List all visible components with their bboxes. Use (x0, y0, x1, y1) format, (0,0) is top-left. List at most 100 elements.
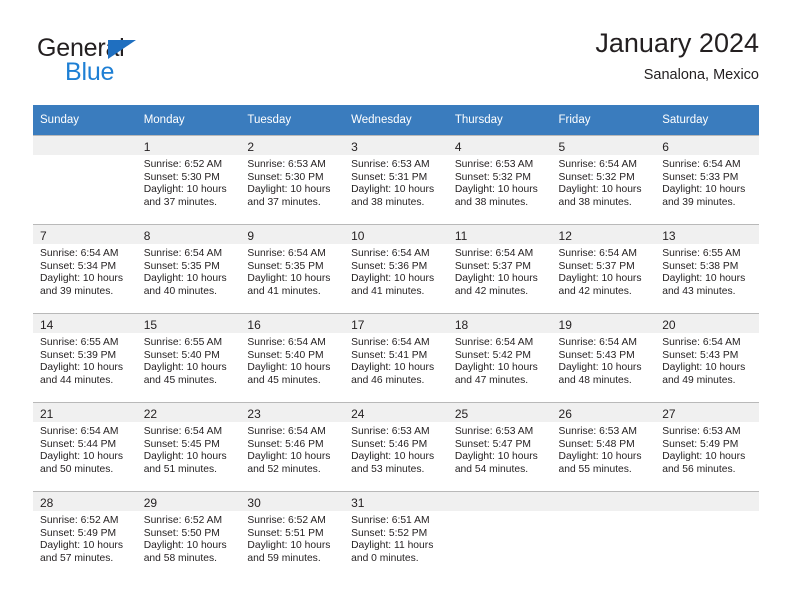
day-cell[interactable]: 7 Sunrise: 6:54 AM Sunset: 5:34 PM Daylight… (33, 224, 137, 313)
daylight-text: and 41 minutes. (247, 285, 321, 297)
day-details: Sunrise: 6:53 AM Sunset: 5:32 PM Daylight:… (448, 155, 552, 209)
day-cell[interactable]: 21 Sunrise: 6:54 AM Sunset: 5:44 PM Dayligh… (33, 402, 137, 491)
calendar-day-cell: 19 Sunrise: 6:54 AM Sunset: 5:43 PM Dayligh… (551, 313, 656, 402)
sunrise-text: Sunrise: 6:54 AM (40, 248, 119, 259)
day-number: 7 (40, 229, 47, 243)
day-details: Sunrise: 6:55 AM Sunset: 5:39 PM Daylight:… (33, 333, 137, 387)
day-cell[interactable]: 23 Sunrise: 6:54 AM Sunset: 5:46 PM Dayligh… (240, 402, 345, 491)
daylight-text: and 39 minutes. (662, 196, 736, 208)
day-number: 20 (662, 318, 676, 332)
daylight-text: Daylight: 10 hours (143, 273, 227, 285)
day-cell[interactable]: 9 Sunrise: 6:54 AM Sunset: 5:35 PM Daylight… (240, 224, 345, 313)
sunrise-text: Sunrise: 6:54 AM (454, 248, 534, 259)
day-number-band: 25 (447, 403, 552, 422)
day-number: 21 (40, 407, 54, 421)
calendar-day-cell (447, 491, 552, 580)
day-number: 22 (143, 407, 158, 421)
sunrise-text: Sunrise: 6:55 AM (662, 248, 741, 259)
day-cell[interactable]: 19 Sunrise: 6:54 AM Sunset: 5:43 PM Dayligh… (551, 313, 656, 402)
day-cell[interactable]: 27 Sunrise: 6:53 AM Sunset: 5:49 PM Dayligh… (655, 402, 759, 491)
sunrise-text: Sunrise: 6:54 AM (558, 248, 637, 259)
day-cell[interactable]: 4 Sunrise: 6:53 AM Sunset: 5:32 PM Daylight… (447, 135, 552, 224)
day-cell[interactable]: 16 Sunrise: 6:54 AM Sunset: 5:40 PM Dayligh… (240, 313, 345, 402)
day-cell[interactable]: 3 Sunrise: 6:53 AM Sunset: 5:31 PM Daylight… (344, 135, 448, 224)
day-cell[interactable]: 22 Sunrise: 6:54 AM Sunset: 5:45 PM Dayligh… (136, 402, 241, 491)
daylight-text: Daylight: 11 hours (351, 540, 434, 552)
calendar-day-cell: 13 Sunrise: 6:55 AM Sunset: 5:38 PM Dayligh… (655, 224, 759, 313)
daylight-text: Daylight: 10 hours (351, 184, 435, 196)
weekday-header-saturday: Saturday (655, 105, 759, 135)
calendar-week-row: 1 Sunrise: 6:52 AM Sunset: 5:30 PM Daylight… (33, 135, 759, 224)
day-cell[interactable]: 1 Sunrise: 6:52 AM Sunset: 5:30 PM Daylight… (136, 135, 241, 224)
sunset-text: Sunset: 5:34 PM (40, 260, 117, 272)
daylight-text: and 41 minutes. (351, 285, 425, 297)
day-cell[interactable]: 12 Sunrise: 6:54 AM Sunset: 5:37 PM Dayligh… (551, 224, 656, 313)
calendar-day-cell: 20 Sunrise: 6:54 AM Sunset: 5:43 PM Dayligh… (655, 313, 759, 402)
day-cell[interactable]: 18 Sunrise: 6:54 AM Sunset: 5:42 PM Dayligh… (447, 313, 552, 402)
day-cell[interactable]: 2 Sunrise: 6:53 AM Sunset: 5:30 PM Daylight… (240, 135, 345, 224)
day-cell[interactable]: 31 Sunrise: 6:51 AM Sunset: 5:52 PM Dayligh… (344, 491, 448, 580)
sunrise-text: Sunrise: 6:54 AM (247, 426, 326, 437)
day-cell[interactable]: 11 Sunrise: 6:54 AM Sunset: 5:37 PM Dayligh… (447, 224, 552, 313)
daylight-text: Daylight: 10 hours (143, 540, 227, 552)
sunset-text: Sunset: 5:30 PM (247, 171, 324, 183)
calendar-day-cell: 11 Sunrise: 6:54 AM Sunset: 5:37 PM Dayligh… (447, 224, 552, 313)
day-cell[interactable]: 29 Sunrise: 6:52 AM Sunset: 5:50 PM Dayligh… (136, 491, 241, 580)
day-cell[interactable]: 6 Sunrise: 6:54 AM Sunset: 5:33 PM Daylight… (655, 135, 759, 224)
day-number-band: 18 (447, 314, 552, 333)
day-details: Sunrise: 6:53 AM Sunset: 5:48 PM Daylight:… (552, 422, 656, 476)
day-cell[interactable]: 25 Sunrise: 6:53 AM Sunset: 5:47 PM Dayligh… (447, 402, 552, 491)
day-cell[interactable]: 26 Sunrise: 6:53 AM Sunset: 5:48 PM Dayligh… (551, 402, 656, 491)
daylight-text: and 55 minutes. (558, 463, 632, 475)
calendar-day-cell: 17 Sunrise: 6:54 AM Sunset: 5:41 PM Dayligh… (344, 313, 448, 402)
daylight-text: Daylight: 10 hours (143, 451, 227, 463)
daylight-text: and 45 minutes. (143, 374, 217, 386)
day-cell[interactable]: 13 Sunrise: 6:55 AM Sunset: 5:38 PM Dayligh… (655, 224, 759, 313)
daylight-text: and 58 minutes. (143, 552, 217, 564)
weekday-header-row: Sunday Monday Tuesday Wednesday Thursday Frid… (33, 105, 759, 135)
calendar-day-cell: 23 Sunrise: 6:54 AM Sunset: 5:46 PM Dayligh… (240, 402, 345, 491)
day-cell[interactable]: 5 Sunrise: 6:54 AM Sunset: 5:32 PM Daylight… (551, 135, 656, 224)
logo-text-blue: Blue (65, 58, 115, 86)
day-cell[interactable]: 8 Sunrise: 6:54 AM Sunset: 5:35 PM Daylight… (136, 224, 241, 313)
day-number-band: 26 (551, 403, 656, 422)
sunset-text: Sunset: 5:40 PM (247, 349, 324, 361)
day-details: Sunrise: 6:54 AM Sunset: 5:43 PM Daylight:… (552, 333, 656, 387)
daylight-text: and 38 minutes. (558, 196, 632, 208)
page-header: General Blue January 2024 Sanalona, Mexi… (33, 26, 759, 98)
day-cell[interactable]: 15 Sunrise: 6:55 AM Sunset: 5:40 PM Dayligh… (136, 313, 241, 402)
day-cell[interactable]: 14 Sunrise: 6:55 AM Sunset: 5:39 PM Dayligh… (33, 313, 137, 402)
day-number: 29 (143, 496, 158, 510)
sunrise-text: Sunrise: 6:51 AM (351, 515, 430, 526)
day-details (448, 511, 552, 515)
calendar-day-cell: 26 Sunrise: 6:53 AM Sunset: 5:48 PM Dayligh… (551, 402, 656, 491)
calendar-day-cell: 25 Sunrise: 6:53 AM Sunset: 5:47 PM Dayligh… (447, 402, 552, 491)
day-details: Sunrise: 6:55 AM Sunset: 5:40 PM Daylight:… (137, 333, 241, 387)
day-number: 25 (454, 407, 469, 421)
day-cell[interactable]: 17 Sunrise: 6:54 AM Sunset: 5:41 PM Dayligh… (344, 313, 448, 402)
daylight-text: and 50 minutes. (40, 463, 114, 475)
day-number: 17 (351, 318, 365, 332)
sunrise-text: Sunrise: 6:54 AM (143, 426, 223, 437)
day-details: Sunrise: 6:53 AM Sunset: 5:30 PM Daylight:… (240, 155, 344, 209)
day-number-band: 27 (655, 403, 759, 422)
day-cell[interactable]: 20 Sunrise: 6:54 AM Sunset: 5:43 PM Dayligh… (655, 313, 759, 402)
day-number: 23 (247, 407, 261, 421)
sunset-text: Sunset: 5:48 PM (558, 438, 635, 450)
daylight-text: Daylight: 10 hours (351, 451, 435, 463)
calendar-body: 1 Sunrise: 6:52 AM Sunset: 5:30 PM Daylight… (33, 135, 759, 580)
day-cell[interactable]: 24 Sunrise: 6:53 AM Sunset: 5:46 PM Dayligh… (344, 402, 448, 491)
day-cell[interactable]: 28 Sunrise: 6:52 AM Sunset: 5:49 PM Dayligh… (33, 491, 137, 580)
day-number-band: 8 (136, 225, 241, 244)
day-number: 18 (454, 318, 469, 332)
sunset-text: Sunset: 5:43 PM (662, 349, 739, 361)
day-cell[interactable]: 10 Sunrise: 6:54 AM Sunset: 5:36 PM Dayligh… (344, 224, 448, 313)
sunrise-text: Sunrise: 6:53 AM (351, 426, 430, 437)
day-details: Sunrise: 6:54 AM Sunset: 5:35 PM Daylight:… (137, 244, 241, 298)
daylight-text: and 46 minutes. (351, 374, 425, 386)
daylight-text: Daylight: 10 hours (662, 451, 746, 463)
daylight-text: and 47 minutes. (454, 374, 529, 386)
day-details: Sunrise: 6:55 AM Sunset: 5:38 PM Daylight:… (655, 244, 759, 298)
day-cell[interactable]: 30 Sunrise: 6:52 AM Sunset: 5:51 PM Dayligh… (240, 491, 345, 580)
empty-day-cell (551, 491, 656, 580)
